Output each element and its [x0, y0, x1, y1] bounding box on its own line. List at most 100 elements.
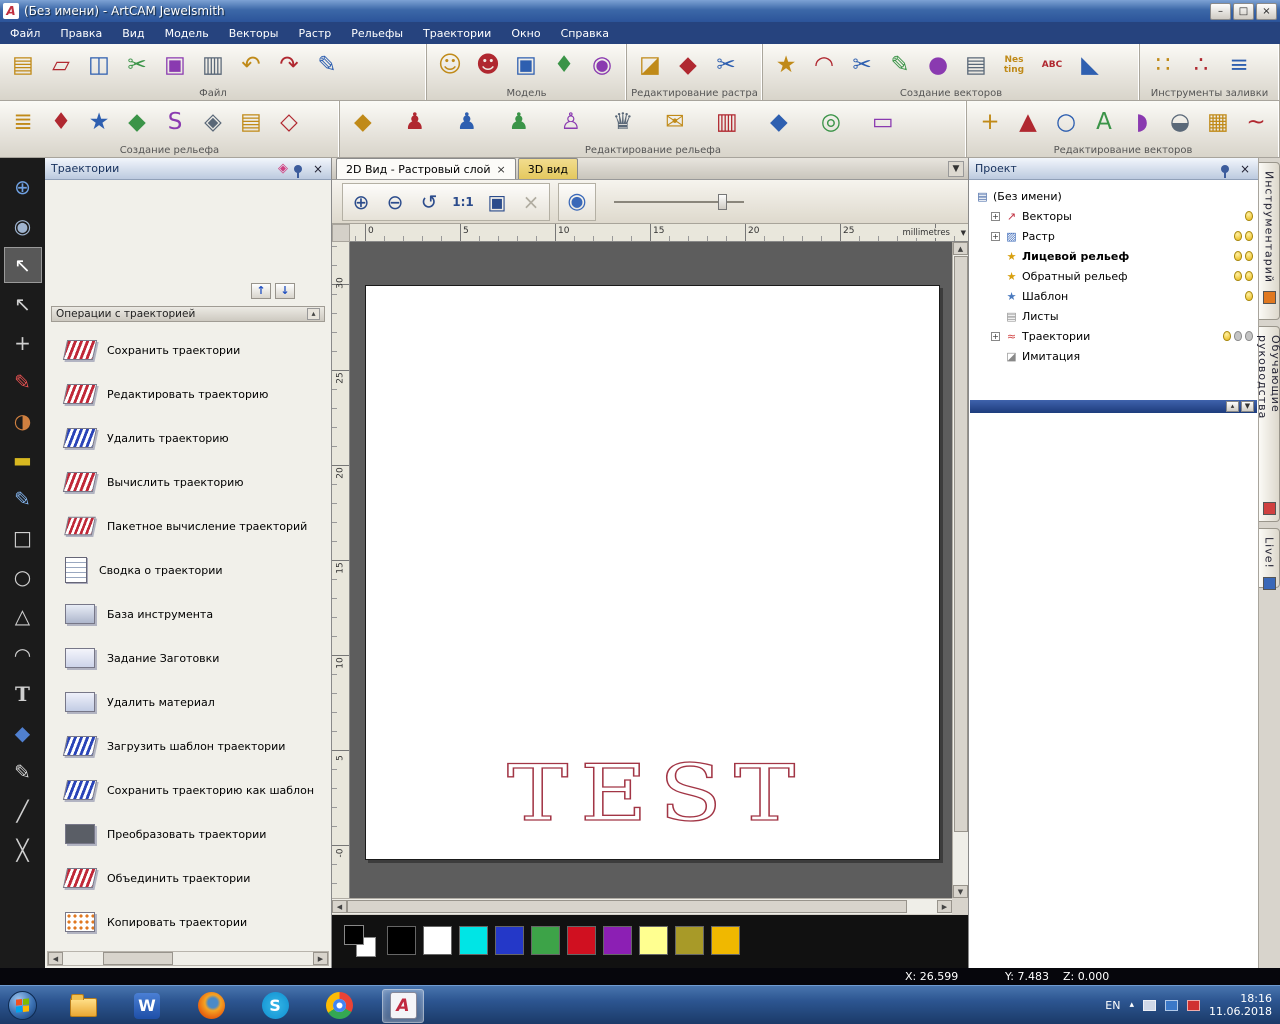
scroll-left-button[interactable]: ◀ [48, 952, 63, 965]
menu-item[interactable]: Растр [288, 23, 341, 44]
visibility-bulb-icon[interactable] [1234, 251, 1242, 261]
project-root[interactable]: ▤ (Без имени) [975, 186, 1256, 206]
visibility-bulb-icon[interactable] [1234, 331, 1242, 341]
visibility-bulb-icon[interactable] [1245, 211, 1253, 221]
ruler-units[interactable]: millimetres [900, 228, 952, 238]
star-vector-icon[interactable]: ★ [767, 46, 805, 84]
palette-swatch[interactable] [495, 926, 524, 955]
palette-swatch[interactable] [603, 926, 632, 955]
toolpath-operation[interactable]: Задание Заготовки [49, 636, 329, 680]
menu-item[interactable]: Окно [501, 23, 550, 44]
pin-icon[interactable] [1221, 164, 1229, 178]
tray-expand-icon[interactable]: ▴ [1129, 1000, 1134, 1010]
spin-relief-icon[interactable]: ♟ [396, 103, 434, 141]
taskbar-chrome-button[interactable] [318, 989, 360, 1023]
test-vector-text[interactable]: TEST [501, 754, 821, 839]
toolpath-operation[interactable]: Пакетное вычисление траекторий [49, 504, 329, 548]
select-tool-icon[interactable]: ↖ [3, 247, 42, 283]
offset-vector-icon[interactable]: ▤ [957, 46, 995, 84]
model-page[interactable]: TEST [365, 285, 940, 860]
offset-relief-icon[interactable]: ◆ [760, 103, 798, 141]
tab-toolbox[interactable]: Инструментарий [1259, 162, 1280, 320]
ruler-units-dropdown-icon[interactable]: ▼ [961, 229, 966, 237]
network-icon[interactable] [1165, 999, 1179, 1011]
ellipse-tool-icon[interactable]: ○ [4, 559, 42, 595]
menu-item[interactable]: Модель [155, 23, 219, 44]
brush-tool-icon[interactable]: ╱ [4, 793, 42, 829]
scrollbar-thumb[interactable] [347, 900, 907, 913]
tree-node-toolpaths[interactable]: + ≈ Траектории [975, 326, 1256, 346]
scrollbar-thumb[interactable] [953, 256, 968, 832]
taskbar-artcam-button[interactable]: A [382, 988, 424, 1023]
tree-node-front-relief[interactable]: ★ Лицевой рельеф [975, 246, 1256, 266]
relief-burst-icon[interactable]: ◇ [270, 103, 308, 141]
zoom-in-button[interactable]: ⊕ [344, 185, 378, 219]
polygon-tool-icon[interactable]: △ [4, 598, 42, 634]
relief-stack-icon[interactable]: ▤ [232, 103, 270, 141]
add-vector-icon[interactable]: + [971, 103, 1009, 141]
taskbar-skype-button[interactable]: S [254, 989, 296, 1023]
maximize-button[interactable]: □ [1233, 2, 1254, 20]
open-model-icon[interactable]: ▱ [42, 46, 80, 84]
model-front-icon[interactable]: ☺ [431, 46, 469, 84]
palette-swatch[interactable] [459, 926, 488, 955]
model-sphere-icon[interactable]: ◉ [583, 46, 621, 84]
vector-texture-icon[interactable]: ABC [1033, 46, 1071, 84]
zoom-fit-button[interactable]: ▣ [480, 185, 514, 219]
toolpath-operation[interactable]: Преобразовать траектории [49, 812, 329, 856]
menu-item[interactable]: Правка [50, 23, 112, 44]
fill-connect-icon[interactable]: ≡ [1220, 46, 1258, 84]
palette-swatch[interactable] [675, 926, 704, 955]
toolpath-operation[interactable]: База инструмента [49, 592, 329, 636]
shape-editor-icon[interactable]: ◪ [631, 46, 669, 84]
canvas-vscrollbar[interactable]: ▲ ▼ [952, 242, 968, 898]
tab-tutorials[interactable]: Обучающие руководства [1256, 326, 1280, 522]
tree-node-sheets[interactable]: ▤ Листы [975, 306, 1256, 326]
toolpath-operation[interactable]: Сохранить траектории [49, 328, 329, 372]
palette-swatch[interactable] [531, 926, 560, 955]
view-globe-tool-icon[interactable]: ◉ [4, 208, 42, 244]
relief-sweep-icon[interactable]: S [156, 103, 194, 141]
toolpath-operation[interactable]: Загрузить шаблон траектории [49, 724, 329, 768]
crown-relief-icon[interactable]: ♛ [604, 103, 642, 141]
polyline-tool-icon[interactable]: ✎ [4, 481, 42, 517]
toolpath-operation[interactable]: Вычислить траекторию [49, 460, 329, 504]
save-model-icon[interactable]: ◫ [80, 46, 118, 84]
crop-raster-icon[interactable]: ✂ [707, 46, 745, 84]
trim-vectors-icon[interactable]: ✂ [843, 46, 881, 84]
relief-preview-button[interactable]: ◉ [560, 185, 594, 219]
toolpath-operation[interactable]: Объединить траектории [49, 856, 329, 900]
tree-node-raster[interactable]: + ▨ Растр [975, 226, 1256, 246]
model-tool-icon[interactable]: ♦ [545, 46, 583, 84]
move-up-button[interactable]: ↑ [251, 283, 271, 299]
notes-icon[interactable]: ✎ [308, 46, 346, 84]
cut-icon[interactable]: ✂ [118, 46, 156, 84]
menu-item[interactable]: Файл [0, 23, 50, 44]
spin-relief-2-icon[interactable]: ♟ [448, 103, 486, 141]
tab-3d-view[interactable]: 3D вид [517, 158, 578, 179]
tab-2d-view[interactable]: 2D Вид - Растровый слой × [336, 158, 516, 179]
scroll-down-button[interactable]: ▼ [953, 885, 968, 898]
tree-node-simulation[interactable]: ◪ Имитация [975, 346, 1256, 366]
erase-relief-icon[interactable]: ▭ [864, 103, 902, 141]
project-splitter[interactable]: ▴ ▼ [970, 400, 1257, 413]
primary-secondary-swatch[interactable] [344, 925, 376, 957]
redo-icon[interactable]: ↷ [270, 46, 308, 84]
knife-tool-icon[interactable]: ╳ [4, 832, 42, 868]
relief-shape-icon[interactable]: ♦ [42, 103, 80, 141]
smooth-relief-icon[interactable]: ◆ [344, 103, 382, 141]
sculpt-tool-icon[interactable]: ✎ [4, 754, 42, 790]
polygon-edit-icon[interactable]: ◆ [669, 46, 707, 84]
visibility-bulb-icon[interactable] [1245, 231, 1253, 241]
moon-vector-icon[interactable]: ◒ [1161, 103, 1199, 141]
toolpath-operation[interactable]: Сохранить траекторию как шаблон [49, 768, 329, 812]
text-tool-icon[interactable]: T [4, 676, 42, 712]
zoom-out-button[interactable]: ⊖ [378, 185, 412, 219]
palette-swatch[interactable] [639, 926, 668, 955]
minimize-button[interactable]: – [1210, 2, 1231, 20]
taskbar-explorer-button[interactable] [62, 989, 104, 1023]
close-button[interactable]: × [1256, 2, 1277, 20]
visibility-bulb-icon[interactable] [1245, 271, 1253, 281]
tab-live[interactable]: Live! [1259, 528, 1280, 590]
pin-icon[interactable] [294, 164, 302, 178]
